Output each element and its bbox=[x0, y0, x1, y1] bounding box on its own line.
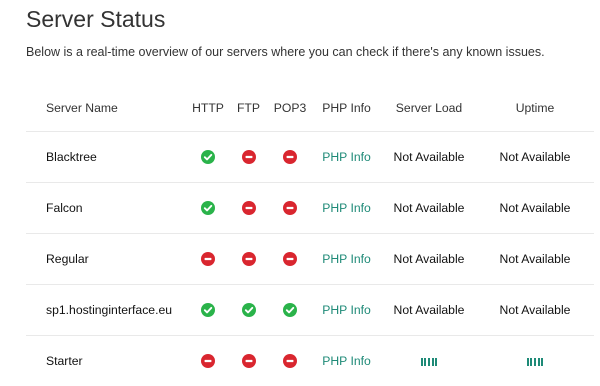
check-circle-icon bbox=[201, 303, 215, 317]
php-info-cell: PHP Info bbox=[311, 285, 382, 336]
header-http: HTTP bbox=[188, 84, 228, 132]
table-header-row: Server Name HTTP FTP POP3 PHP Info Serve… bbox=[26, 84, 594, 132]
uptime-value: Not Available bbox=[476, 132, 594, 183]
minus-circle-icon bbox=[242, 201, 256, 215]
server-load-cell bbox=[382, 336, 476, 386]
header-server-name: Server Name bbox=[26, 84, 188, 132]
http-status-cell bbox=[188, 132, 228, 183]
php-info-link[interactable]: PHP Info bbox=[322, 303, 371, 317]
pop3-status-cell bbox=[269, 234, 311, 285]
ftp-status-cell bbox=[228, 183, 269, 234]
page-title: Server Status bbox=[26, 6, 165, 33]
server-name: Regular bbox=[26, 234, 188, 285]
uptime-value: Not Available bbox=[476, 183, 594, 234]
php-info-link[interactable]: PHP Info bbox=[322, 252, 371, 266]
table-row: Starter PHP Info bbox=[26, 336, 594, 386]
minus-circle-icon bbox=[201, 354, 215, 368]
http-status-cell bbox=[188, 336, 228, 386]
uptime-value: Not Available bbox=[476, 285, 594, 336]
header-ftp: FTP bbox=[228, 84, 269, 132]
check-circle-icon bbox=[283, 303, 297, 317]
server-load-value: Not Available bbox=[382, 183, 476, 234]
minus-circle-icon bbox=[283, 252, 297, 266]
minus-circle-icon bbox=[283, 354, 297, 368]
server-name: Blacktree bbox=[26, 132, 188, 183]
http-status-cell bbox=[188, 234, 228, 285]
minus-circle-icon bbox=[242, 252, 256, 266]
table-row: Regular PHP Info Not AvailableNot Availabl… bbox=[26, 234, 594, 285]
http-status-cell bbox=[188, 183, 228, 234]
loading-bars-icon bbox=[421, 358, 437, 366]
minus-circle-icon bbox=[283, 201, 297, 215]
header-server-load: Server Load bbox=[382, 84, 476, 132]
uptime-value: Not Available bbox=[476, 234, 594, 285]
check-circle-icon bbox=[242, 303, 256, 317]
ftp-status-cell bbox=[228, 234, 269, 285]
ftp-status-cell bbox=[228, 132, 269, 183]
php-info-link[interactable]: PHP Info bbox=[322, 201, 371, 215]
page-description: Below is a real-time overview of our ser… bbox=[26, 45, 545, 59]
server-load-value: Not Available bbox=[382, 132, 476, 183]
pop3-status-cell bbox=[269, 336, 311, 386]
php-info-cell: PHP Info bbox=[311, 234, 382, 285]
pop3-status-cell bbox=[269, 183, 311, 234]
server-status-table: Server Name HTTP FTP POP3 PHP Info Serve… bbox=[26, 84, 594, 386]
check-circle-icon bbox=[201, 150, 215, 164]
header-uptime: Uptime bbox=[476, 84, 594, 132]
server-name: sp1.hostinginterface.eu bbox=[26, 285, 188, 336]
php-info-link[interactable]: PHP Info bbox=[322, 354, 371, 368]
pop3-status-cell bbox=[269, 132, 311, 183]
server-name: Falcon bbox=[26, 183, 188, 234]
php-info-link[interactable]: PHP Info bbox=[322, 150, 371, 164]
minus-circle-icon bbox=[201, 252, 215, 266]
minus-circle-icon bbox=[242, 150, 256, 164]
php-info-cell: PHP Info bbox=[311, 132, 382, 183]
ftp-status-cell bbox=[228, 285, 269, 336]
table-row: Falcon PHP Info Not AvailableNot Available bbox=[26, 183, 594, 234]
minus-circle-icon bbox=[242, 354, 256, 368]
header-pop3: POP3 bbox=[269, 84, 311, 132]
header-php-info: PHP Info bbox=[311, 84, 382, 132]
pop3-status-cell bbox=[269, 285, 311, 336]
http-status-cell bbox=[188, 285, 228, 336]
minus-circle-icon bbox=[283, 150, 297, 164]
check-circle-icon bbox=[201, 201, 215, 215]
table-row: Blacktree PHP Info Not AvailableNot Availa… bbox=[26, 132, 594, 183]
loading-bars-icon bbox=[527, 358, 543, 366]
server-load-value: Not Available bbox=[382, 234, 476, 285]
php-info-cell: PHP Info bbox=[311, 336, 382, 386]
php-info-cell: PHP Info bbox=[311, 183, 382, 234]
table-row: sp1.hostinginterface.eu PHP Info Not Avail… bbox=[26, 285, 594, 336]
server-name: Starter bbox=[26, 336, 188, 386]
server-load-value: Not Available bbox=[382, 285, 476, 336]
uptime-cell bbox=[476, 336, 594, 386]
ftp-status-cell bbox=[228, 336, 269, 386]
